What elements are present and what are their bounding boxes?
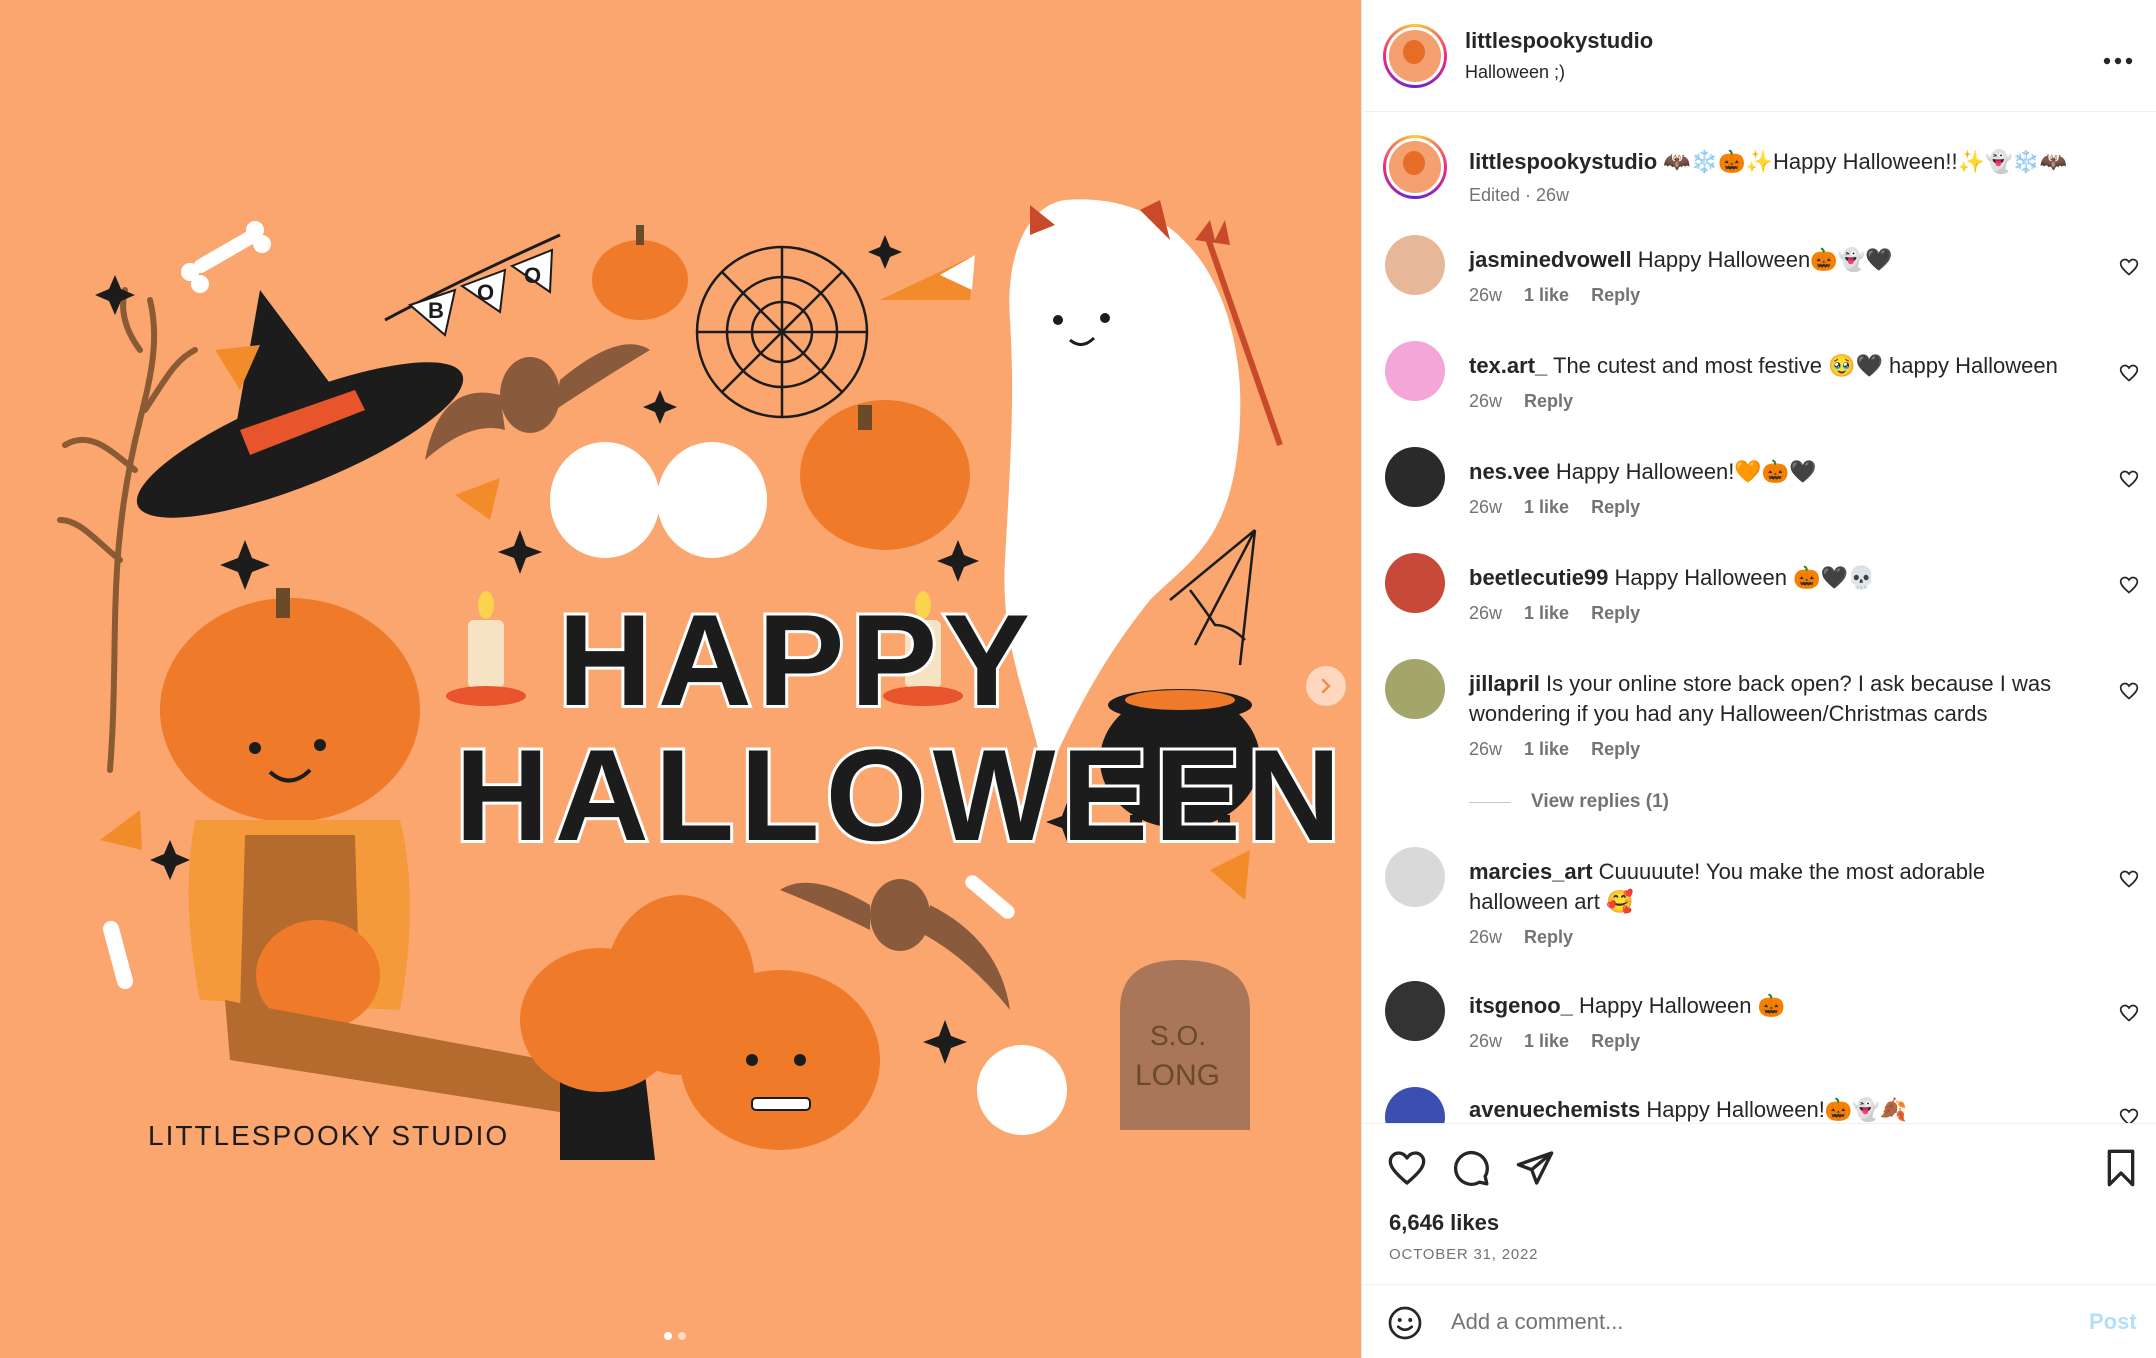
commenter-avatar[interactable]: [1385, 847, 1445, 907]
like-comment-heart-icon[interactable]: [2119, 257, 2139, 277]
view-replies-label[interactable]: View replies (1): [1531, 791, 1669, 813]
boo-banner: B O O: [384, 233, 561, 337]
reply-button[interactable]: Reply: [1524, 927, 1573, 948]
comment-text: Happy Halloween!🧡🎃🖤: [1555, 459, 1817, 484]
post-header: littlespookystudio Halloween ;): [1363, 0, 2156, 112]
halloween-illustration: B O O S.O. LONG HAPPY HALLOWEEN LITTLESP…: [57, 199, 1347, 1160]
like-comment-heart-icon[interactable]: [2119, 575, 2139, 595]
commenter-avatar[interactable]: [1385, 235, 1445, 295]
commenter-avatar[interactable]: [1385, 659, 1445, 719]
emoji-icon[interactable]: [1387, 1305, 1423, 1341]
svg-text:B: B: [428, 298, 444, 323]
reply-button[interactable]: Reply: [1591, 285, 1640, 306]
commenter-avatar[interactable]: [1385, 553, 1445, 613]
comment-likes[interactable]: 1 like: [1524, 603, 1569, 624]
comment-text: Happy Halloween🎃👻🖤: [1637, 247, 1893, 272]
author-username[interactable]: littlespookystudio: [1465, 28, 1653, 54]
reply-button[interactable]: Reply: [1591, 603, 1640, 624]
comment-text: The cutest and most festive 🥹🖤 happy Hal…: [1553, 353, 2058, 378]
like-comment-heart-icon[interactable]: [2119, 469, 2139, 489]
comment-age: 26w: [1469, 1031, 1503, 1051]
carousel-dot: [678, 1332, 686, 1340]
commenter-username[interactable]: nes.vee: [1469, 459, 1550, 484]
bookmark-icon[interactable]: [2103, 1148, 2139, 1188]
comment-age: 26w: [1469, 603, 1503, 623]
svg-text:O: O: [524, 263, 541, 288]
post-side-panel: littlespookystudio Halloween ;) littlesp…: [1363, 0, 2156, 1358]
like-comment-heart-icon[interactable]: [2119, 1003, 2139, 1023]
reply-button[interactable]: Reply: [1591, 497, 1640, 518]
commenter-username[interactable]: beetlecutie99: [1469, 565, 1608, 590]
comment-age: 26w: [1469, 391, 1503, 411]
commenter-avatar[interactable]: [1385, 981, 1445, 1041]
comment-input[interactable]: [1451, 1305, 2031, 1339]
spider-web: [695, 245, 869, 419]
post-comment-button[interactable]: Post: [2089, 1309, 2137, 1335]
share-icon[interactable]: [1515, 1148, 1555, 1188]
commenter-username[interactable]: jasminedvowell: [1469, 247, 1632, 272]
pumpkin-small: [592, 225, 688, 320]
commenter-username[interactable]: tex.art_: [1469, 353, 1547, 378]
caption-avatar[interactable]: [1383, 135, 1447, 199]
comment-age: 26w: [1469, 927, 1503, 947]
comment-icon[interactable]: [1451, 1148, 1491, 1188]
like-count[interactable]: 6,646 likes: [1389, 1210, 1499, 1236]
comment-likes[interactable]: 1 like: [1524, 497, 1569, 518]
commenter-username[interactable]: jillapril: [1469, 671, 1540, 696]
post-location[interactable]: Halloween ;): [1465, 62, 1565, 83]
comment-composer: Post: [1363, 1284, 2156, 1358]
comment-text: Happy Halloween!🎃👻🍂: [1646, 1097, 1908, 1122]
comment-text: Happy Halloween 🎃🖤💀: [1614, 565, 1876, 590]
like-comment-heart-icon[interactable]: [2119, 869, 2139, 889]
artwork-title-happy: HAPPY: [558, 587, 1036, 733]
caption-username[interactable]: littlespookystudio: [1469, 149, 1657, 174]
commenter-username[interactable]: itsgenoo_: [1469, 993, 1573, 1018]
commenter-username[interactable]: avenuechemists: [1469, 1097, 1640, 1122]
like-comment-heart-icon[interactable]: [2119, 363, 2139, 383]
comments-list[interactable]: littlespookystudio 🦇❄️🎃✨Happy Halloween!…: [1363, 113, 2156, 1123]
witch-hat: [136, 290, 464, 518]
reply-button[interactable]: Reply: [1591, 739, 1640, 760]
more-options-button[interactable]: [2103, 40, 2133, 72]
reply-button[interactable]: Reply: [1524, 391, 1573, 412]
svg-text:LONG: LONG: [1135, 1059, 1220, 1092]
svg-text:O: O: [477, 280, 494, 305]
view-replies-button[interactable]: View replies (1): [1469, 791, 1669, 813]
pumpkin-medium: [800, 400, 970, 550]
comment-age: 26w: [1469, 497, 1503, 517]
svg-text:S.O.: S.O.: [1150, 1020, 1206, 1051]
commenter-avatar[interactable]: [1385, 447, 1445, 507]
carousel-next-button[interactable]: [1306, 666, 1346, 706]
like-comment-heart-icon[interactable]: [2119, 681, 2139, 701]
comment-age: 26w: [1469, 739, 1503, 759]
replies-divider: [1469, 801, 1511, 803]
artwork-title-halloween: HALLOWEEN: [455, 722, 1347, 868]
artwork-signature: LITTLESPOOKY STUDIO: [148, 1120, 509, 1151]
more-horizontal-icon: [2103, 57, 2133, 65]
commenter-username[interactable]: marcies_art: [1469, 859, 1593, 884]
chevron-right-icon: [1321, 678, 1331, 694]
post-actions: 6,646 likes OCTOBER 31, 2022: [1363, 1123, 2156, 1283]
comment-likes[interactable]: 1 like: [1524, 739, 1569, 760]
post-date: OCTOBER 31, 2022: [1389, 1246, 1539, 1263]
commenter-avatar[interactable]: [1385, 1087, 1445, 1123]
heart-icon[interactable]: [1387, 1148, 1427, 1188]
comment-age: 26w: [1469, 285, 1503, 305]
comment-text: Is your online store back open? I ask be…: [1469, 671, 2052, 726]
like-comment-heart-icon[interactable]: [2119, 1107, 2139, 1123]
tombstone: S.O. LONG: [1120, 960, 1250, 1130]
post-image[interactable]: B O O S.O. LONG HAPPY HALLOWEEN LITTLESP…: [0, 0, 1362, 1358]
reply-button[interactable]: Reply: [1591, 1031, 1640, 1052]
comment-likes[interactable]: 1 like: [1524, 285, 1569, 306]
carousel-indicator: [664, 1332, 686, 1340]
caption-meta: Edited · 26w: [1469, 185, 1570, 205]
caption-text: 🦇❄️🎃✨Happy Halloween!!✨👻❄️🦇: [1663, 149, 2068, 174]
author-avatar[interactable]: [1383, 24, 1447, 88]
commenter-avatar[interactable]: [1385, 341, 1445, 401]
carousel-dot-active: [664, 1332, 672, 1340]
comment-likes[interactable]: 1 like: [1524, 1031, 1569, 1052]
comment-text: Happy Halloween 🎃: [1579, 993, 1785, 1018]
